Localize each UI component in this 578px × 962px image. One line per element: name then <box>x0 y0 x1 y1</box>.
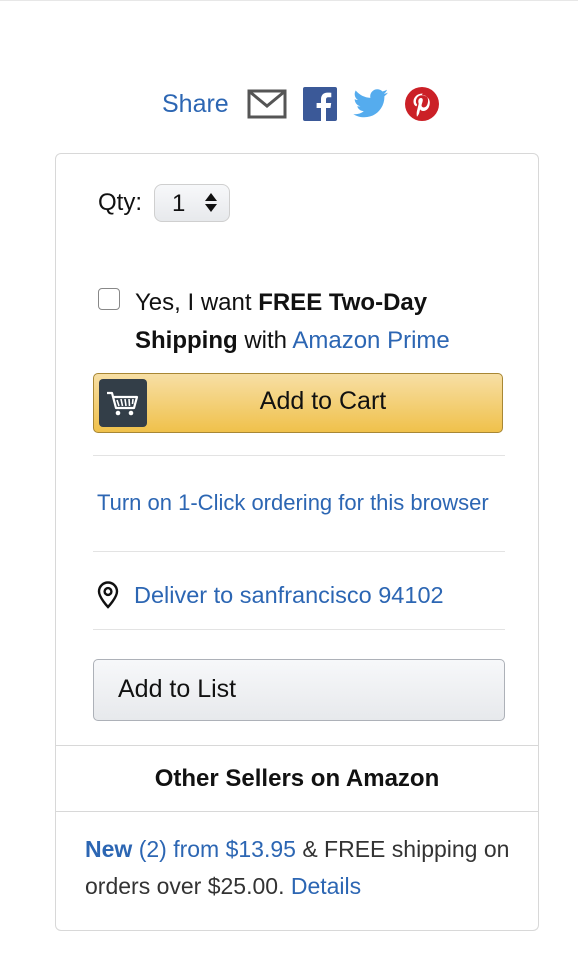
details-link[interactable]: Details <box>291 873 361 899</box>
quantity-value: 1 <box>172 190 186 217</box>
select-arrows-icon <box>205 193 218 212</box>
prime-text-mid: with <box>237 327 293 354</box>
location-pin-icon <box>96 581 120 609</box>
email-icon[interactable] <box>247 89 287 119</box>
deliver-to-label: Deliver to sanfrancisco 94102 <box>134 581 444 608</box>
prime-checkbox[interactable] <box>98 288 120 310</box>
other-sellers-heading: Other Sellers on Amazon <box>56 746 538 812</box>
quantity-label: Qty: <box>98 189 143 216</box>
facebook-icon[interactable] <box>302 87 337 121</box>
quantity-select[interactable]: 1 <box>154 184 231 222</box>
prime-offer-text: Yes, I want FREE Two-Day Shipping with Am… <box>135 284 525 360</box>
buy-box: Qty: 1 Yes, I want FREE Two-Day Shipping … <box>55 153 539 746</box>
add-to-cart-button[interactable]: Add to Cart <box>93 373 503 433</box>
deliver-to-link[interactable]: Deliver to sanfrancisco 94102 <box>96 581 444 609</box>
add-to-list-label: Add to List <box>118 675 237 703</box>
divider <box>93 629 505 630</box>
add-to-cart-label: Add to Cart <box>259 387 387 415</box>
prime-bold-1: FREE Two-Day <box>258 289 428 316</box>
top-divider <box>0 0 578 1</box>
share-label: Share <box>162 89 229 118</box>
amazon-prime-link[interactable]: Amazon Prime <box>292 327 449 354</box>
share-row: Share <box>162 84 455 124</box>
offer-count-link[interactable]: (2) from <box>139 836 220 862</box>
add-to-list-button[interactable]: Add to List <box>93 659 505 721</box>
one-click-link[interactable]: Turn on 1-Click ordering for this browse… <box>97 490 489 516</box>
pinterest-icon[interactable] <box>404 87 439 121</box>
other-sellers-box: Other Sellers on Amazon New (2) from $13… <box>55 746 539 931</box>
twitter-icon[interactable] <box>353 89 389 119</box>
quantity-row: Qty: 1 <box>98 184 231 222</box>
prime-text-start: Yes, I want <box>135 289 259 316</box>
divider <box>93 551 505 552</box>
prime-bold-2: Shipping <box>135 327 238 354</box>
divider <box>93 455 505 456</box>
other-sellers-offer: New (2) from $13.95 & FREE shipping on o… <box>85 831 515 905</box>
new-offers-link[interactable]: New <box>85 836 132 862</box>
offer-price[interactable]: $13.95 <box>226 836 296 862</box>
